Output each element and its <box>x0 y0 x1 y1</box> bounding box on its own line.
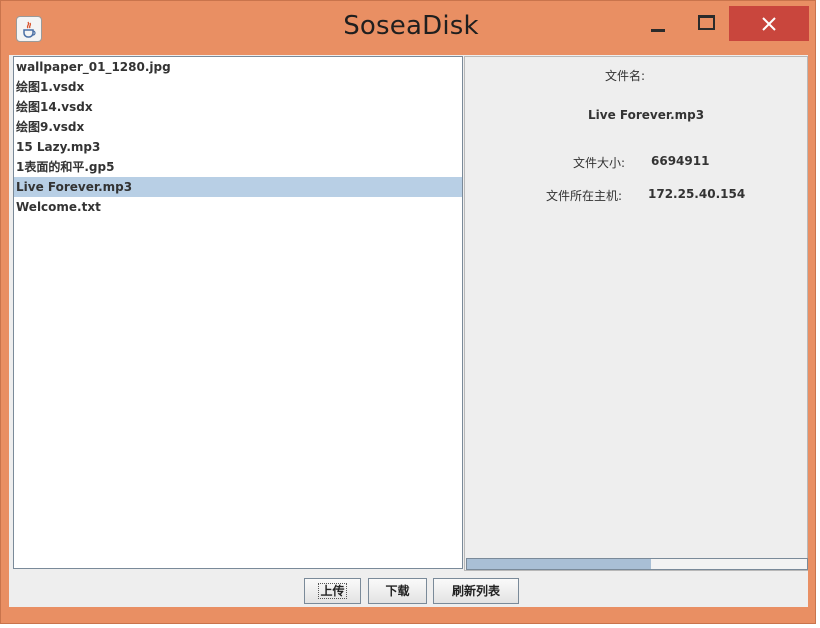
upload-button-label: 上传 <box>318 583 347 599</box>
client-area: wallpaper_01_1280.jpg 绘图1.vsdx 绘图14.vsdx… <box>9 55 808 607</box>
file-name-label: 文件名: <box>605 69 646 83</box>
file-size-label: 文件大小: <box>573 156 626 170</box>
download-button[interactable]: 下载 <box>368 578 427 604</box>
file-list[interactable]: wallpaper_01_1280.jpg 绘图1.vsdx 绘图14.vsdx… <box>13 56 463 569</box>
app-window: SoseaDisk wallpaper_01_1280.jpg 绘图1.vsdx… <box>0 0 816 624</box>
progress-fill <box>467 559 651 569</box>
list-item[interactable]: 绘图1.vsdx <box>14 77 462 97</box>
list-item[interactable]: 15 Lazy.mp3 <box>14 137 462 157</box>
file-info-panel: 文件名: Live Forever.mp3 文件大小: 6694911 文件所在… <box>464 56 808 571</box>
list-item[interactable]: 绘图9.vsdx <box>14 117 462 137</box>
list-item[interactable]: Live Forever.mp3 <box>14 177 462 197</box>
download-button-label: 下载 <box>385 584 410 598</box>
list-item[interactable]: wallpaper_01_1280.jpg <box>14 57 462 77</box>
file-host-value: 172.25.40.154 <box>648 187 746 201</box>
button-bar: 上传 下载 刷新列表 <box>9 573 808 607</box>
transfer-progress-bar <box>466 558 808 570</box>
minimize-button[interactable] <box>639 6 679 41</box>
close-icon <box>762 17 776 31</box>
upload-button[interactable]: 上传 <box>304 578 361 604</box>
close-button[interactable] <box>729 6 809 41</box>
list-item[interactable]: 1表面的和平.gp5 <box>14 157 462 177</box>
title-bar[interactable]: SoseaDisk <box>1 1 815 55</box>
list-item[interactable]: 绘图14.vsdx <box>14 97 462 117</box>
file-size-value: 6694911 <box>651 154 710 168</box>
file-host-label: 文件所在主机: <box>546 189 623 203</box>
refresh-list-button[interactable]: 刷新列表 <box>433 578 519 604</box>
list-item[interactable]: Welcome.txt <box>14 197 462 217</box>
file-name-value: Live Forever.mp3 <box>588 108 705 122</box>
maximize-button[interactable] <box>685 6 727 41</box>
refresh-button-label: 刷新列表 <box>451 584 500 598</box>
